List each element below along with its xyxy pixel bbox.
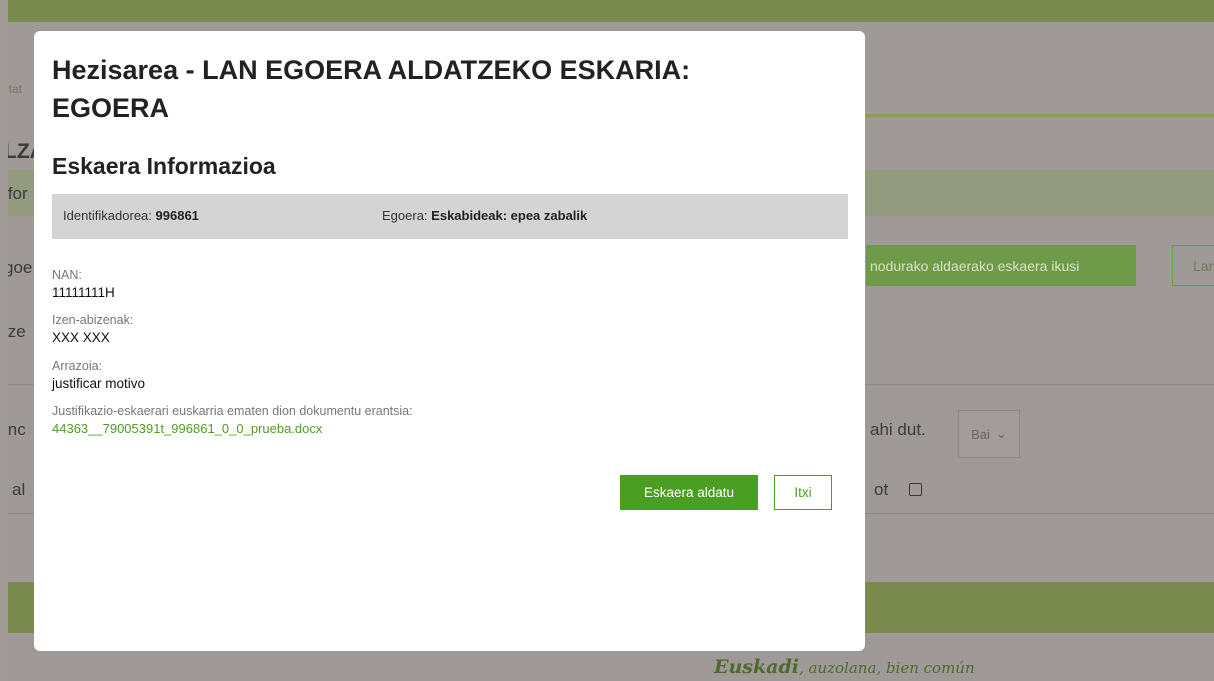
change-request-button[interactable]: Eskaera aldatu: [620, 475, 758, 510]
nan-value: 11111111H: [52, 285, 115, 300]
name-label: Izen-abizenak:: [52, 313, 134, 327]
row-label-3: inc: [8, 420, 26, 439]
strip-label: ifor: [8, 184, 28, 203]
request-modal: Hezisarea - LAN EGOERA ALDATZEKO ESKARIA…: [34, 31, 865, 651]
select-value: Bai: [971, 426, 990, 442]
checkbox-text: ot: [874, 480, 889, 499]
reason-field: Arrazoia: justificar motivo: [52, 358, 145, 393]
header-rule: [838, 114, 1214, 117]
nan-field: NAN: 11111111H: [52, 267, 115, 302]
status-label: Egoera:: [382, 208, 428, 223]
modal-title: Hezisarea - LAN EGOERA ALDATZEKO ESKARIA…: [52, 55, 691, 123]
attachment-field: Justifikazio-eskaerari euskarria ematen …: [52, 403, 413, 438]
info-bar: Identifikadorea: 996861 Egoera: Eskabide…: [52, 194, 848, 239]
attachment-label: Justifikazio-eskaerari euskarria ematen …: [52, 404, 413, 418]
status-cell: Egoera: Eskabideak: epea zabalik: [382, 208, 587, 223]
view-request-button-label: nodurako aldaerako eskaera ikusi: [870, 257, 1080, 274]
identifier-value: 996861: [155, 208, 199, 223]
reason-value: justificar motivo: [52, 376, 146, 391]
yes-no-select[interactable]: Bai ⌄: [958, 410, 1020, 458]
name-field: Izen-abizenak: XXX XXX: [52, 312, 133, 347]
row-label-4: al: [12, 480, 26, 499]
outline-button[interactable]: Lan: [1172, 245, 1214, 286]
identifier-label: Identifikadorea:: [63, 208, 152, 223]
status-value: Eskabideak: epea zabalik: [431, 208, 588, 223]
row-label-1: goe: [8, 258, 33, 277]
checkbox[interactable]: [909, 483, 922, 496]
attachment-link[interactable]: 44363__79005391t_996861_0_0_prueba.docx: [52, 420, 413, 438]
breadcrumb: itat: [8, 82, 23, 96]
section-title: Eskaera Informazioa: [52, 153, 276, 179]
top-bar: [8, 0, 1214, 22]
identifier-cell: Identifikadorea: 996861: [63, 208, 199, 223]
want-text: ahi dut.: [870, 420, 926, 439]
footer-slogan: Euskadi, auzolana, bien común: [714, 656, 975, 678]
chevron-down-icon: ⌄: [995, 426, 1007, 441]
footer-brand: Euskadi: [714, 656, 799, 678]
nan-label: NAN:: [52, 268, 82, 282]
outline-button-label: Lan: [1193, 257, 1214, 274]
close-button[interactable]: Itxi: [774, 475, 832, 510]
view-request-button[interactable]: nodurako aldaerako eskaera ikusi: [866, 245, 1136, 286]
row-label-2: ize: [8, 322, 26, 341]
footer-slogan-text: , auzolana, bien común: [798, 659, 975, 677]
reason-label: Arrazoia:: [52, 359, 103, 373]
name-value: XXX XXX: [52, 330, 110, 345]
